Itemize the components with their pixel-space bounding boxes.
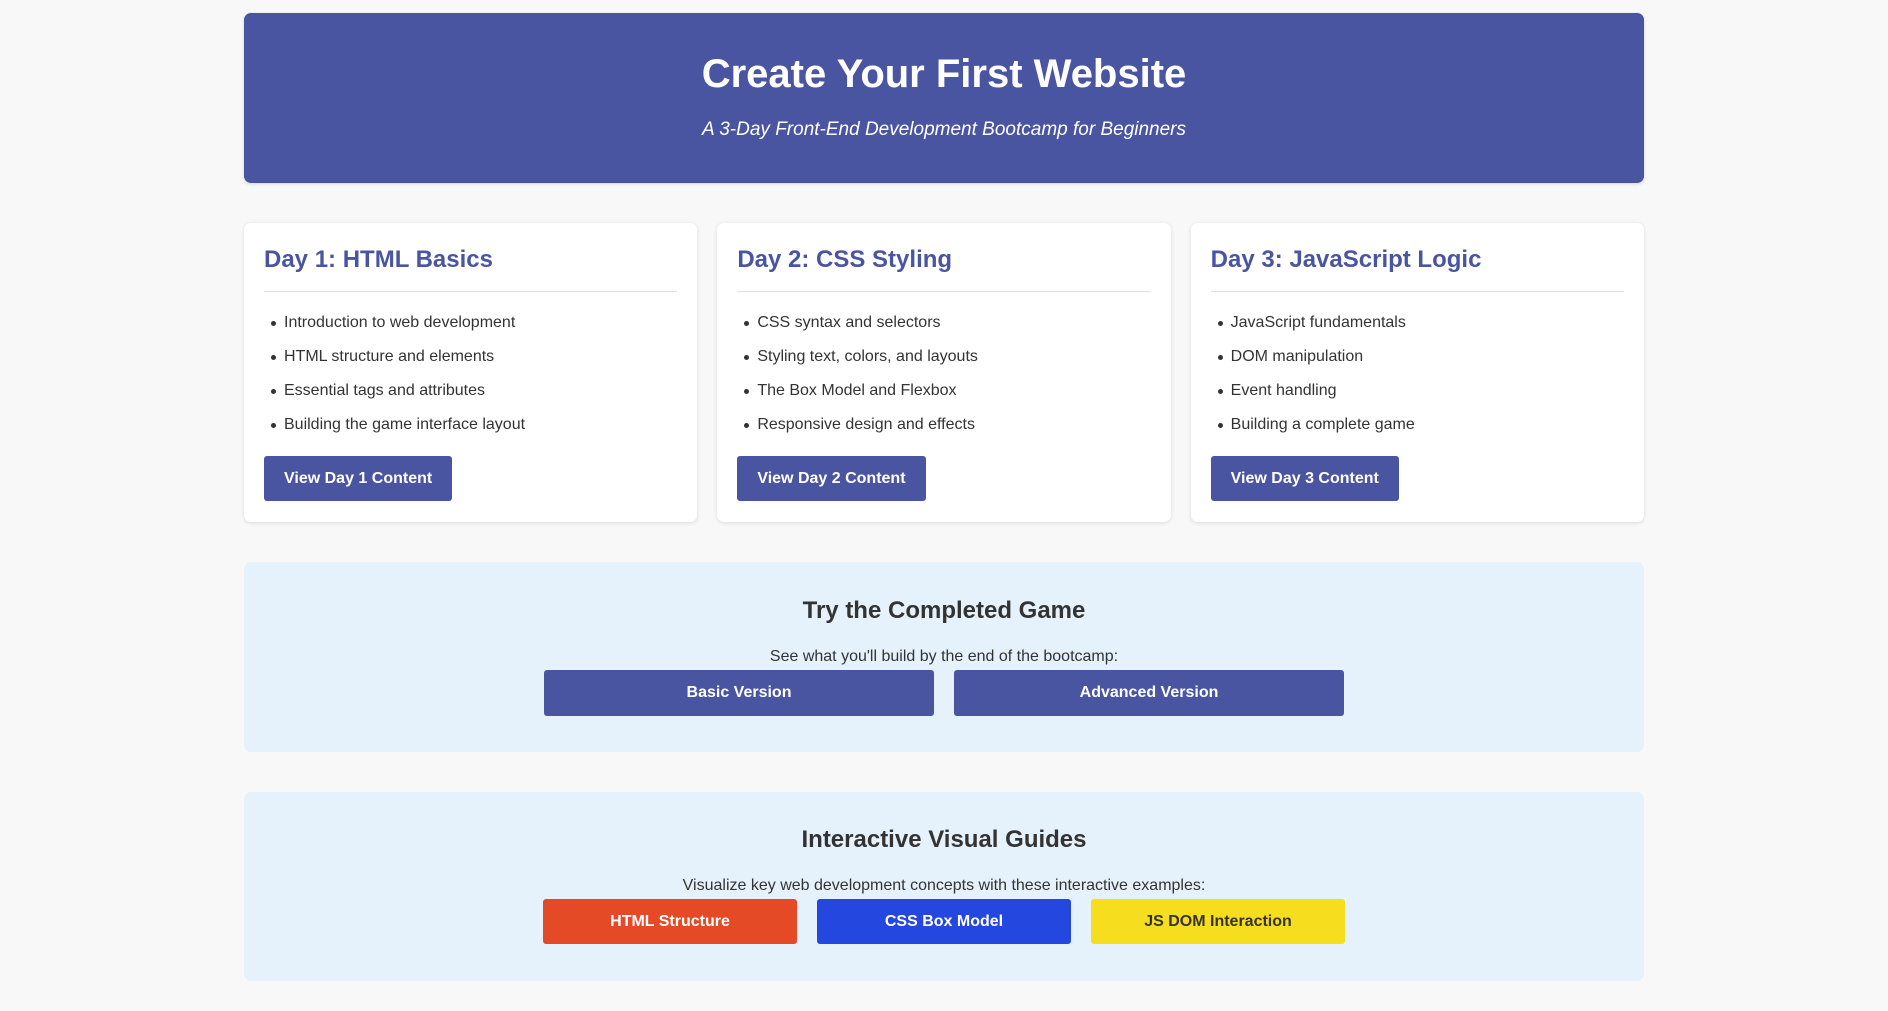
guide-buttons: HTML Structure CSS Box Model JS DOM Inte… (244, 898, 1644, 944)
list-item: HTML structure and elements (270, 340, 677, 374)
view-day-3-button[interactable]: View Day 3 Content (1210, 455, 1399, 501)
page-subtitle: A 3-Day Front-End Development Bootcamp f… (701, 119, 1187, 140)
day-1-card: Day 1: HTML Basics Introduction to web d… (244, 223, 698, 522)
completed-game-title: Try the Completed Game (802, 597, 1086, 624)
list-item: JavaScript fundamentals (1217, 306, 1624, 340)
day-2-topics: CSS syntax and selectors Styling text, c… (737, 306, 1150, 442)
list-item: Event handling (1217, 374, 1624, 408)
list-item: Building a complete game (1217, 408, 1624, 442)
day-cards: Day 1: HTML Basics Introduction to web d… (244, 223, 1644, 522)
list-item: Essential tags and attributes (270, 374, 677, 408)
basic-version-button[interactable]: Basic Version (544, 669, 934, 716)
day-2-title: Day 2: CSS Styling (737, 246, 953, 273)
hero-banner: Create Your First Website A 3-Day Front-… (244, 13, 1644, 183)
day-3-topics: JavaScript fundamentals DOM manipulation… (1211, 306, 1624, 442)
visual-guides-section: Interactive Visual Guides Visualize key … (244, 792, 1644, 981)
page-title: Create Your First Website (701, 52, 1187, 96)
game-version-buttons: Basic Version Advanced Version (244, 669, 1644, 716)
html-structure-button[interactable]: HTML Structure (543, 898, 797, 944)
divider (737, 290, 1151, 292)
divider (1210, 290, 1624, 292)
page-container: Create Your First Website A 3-Day Front-… (244, 0, 1644, 981)
divider (264, 290, 678, 292)
view-day-2-button[interactable]: View Day 2 Content (737, 455, 926, 501)
list-item: Styling text, colors, and layouts (744, 340, 1150, 374)
day-1-topics: Introduction to web development HTML str… (264, 306, 677, 442)
day-3-title: Day 3: JavaScript Logic (1210, 246, 1482, 273)
day-1-title: Day 1: HTML Basics (264, 246, 493, 273)
day-2-card: Day 2: CSS Styling CSS syntax and select… (717, 223, 1171, 522)
visual-guides-description: Visualize key web development concepts w… (682, 876, 1206, 894)
completed-game-description: See what you'll build by the end of the … (769, 647, 1119, 665)
list-item: Building the game interface layout (270, 408, 677, 442)
list-item: Introduction to web development (270, 306, 677, 340)
list-item: The Box Model and Flexbox (744, 374, 1150, 408)
list-item: CSS syntax and selectors (744, 306, 1150, 340)
list-item: DOM manipulation (1217, 340, 1624, 374)
css-box-model-button[interactable]: CSS Box Model (817, 898, 1071, 944)
advanced-version-button[interactable]: Advanced Version (954, 669, 1344, 716)
view-day-1-button[interactable]: View Day 1 Content (264, 455, 453, 501)
js-dom-interaction-button[interactable]: JS DOM Interaction (1091, 898, 1345, 944)
visual-guides-title: Interactive Visual Guides (801, 826, 1087, 853)
day-3-card: Day 3: JavaScript Logic JavaScript funda… (1190, 223, 1644, 522)
list-item: Responsive design and effects (744, 408, 1150, 442)
completed-game-section: Try the Completed Game See what you'll b… (244, 562, 1644, 752)
